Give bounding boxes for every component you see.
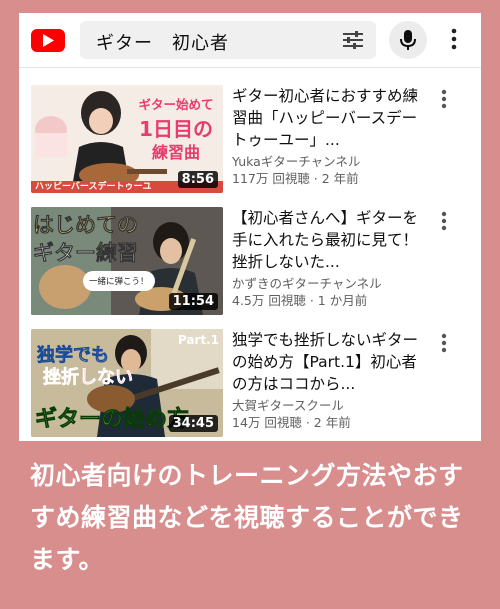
thumbnail-text: ギターの始め方 (35, 407, 190, 433)
video-item[interactable]: はじめての ギター練習 一緒に弾こう！ 11:54 【初心者さんへ】ギターを手に… (19, 207, 481, 319)
youtube-app: ギター 初心者 ギター始めて 1日目の 練習曲 ハッピーバースデートゥーユ 8:… (19, 13, 481, 441)
video-info: ギター初心者におすすめ練習曲「ハッピーバースデートゥーユー」... Yukaギタ… (232, 85, 432, 187)
top-bar: ギター 初心者 (19, 13, 481, 68)
video-meta: 4.5万 回視聴 · 1 か月前 (232, 293, 368, 308)
thumbnail-text: ギター始めて (138, 97, 214, 112)
microphone-button[interactable] (389, 21, 427, 59)
video-more-icon[interactable] (441, 211, 447, 235)
channel-name[interactable]: かずきのギターチャンネル (232, 275, 432, 292)
video-thumbnail[interactable]: はじめての ギター練習 一緒に弾こう！ 11:54 (31, 207, 223, 315)
thumbnail-text: 1日目の (139, 117, 213, 141)
video-meta: 14万 回視聴 · 2 年前 (232, 415, 351, 430)
video-meta: 117万 回視聴 · 2 年前 (232, 171, 359, 186)
channel-name[interactable]: Yukaギターチャンネル (232, 153, 432, 170)
video-thumbnail[interactable]: 独学でも 挫折しない ギターの始め方 Part.1 34:45 (31, 329, 223, 437)
video-more-icon[interactable] (441, 333, 447, 357)
video-more-icon[interactable] (441, 89, 447, 113)
video-duration: 11:54 (168, 293, 218, 310)
video-title[interactable]: ギター初心者におすすめ練習曲「ハッピーバースデートゥーユー」... (232, 85, 432, 151)
video-item[interactable]: 独学でも 挫折しない ギターの始め方 Part.1 34:45 独学でも挫折しな… (19, 329, 481, 441)
video-title[interactable]: 【初心者さんへ】ギターを手に入れたら最初に見て！挫折しないた... (232, 207, 432, 273)
caption-text: 初心者向けのトレーニング方法やおすすめ練習曲などを視聴することができます。 (30, 461, 464, 574)
video-duration: 34:45 (168, 415, 218, 432)
video-title[interactable]: 独学でも挫折しないギターの始め方【Part.1】初心者の方はココから... (232, 329, 432, 395)
thumbnail-badge: Part.1 (177, 333, 219, 347)
youtube-logo[interactable] (31, 29, 65, 52)
channel-name[interactable]: 大賀ギタースクール (232, 397, 432, 414)
thumbnail-text: 挫折しない (43, 367, 134, 389)
thumbnail-text: 独学でも (37, 345, 110, 367)
thumbnail-text: はじめての (33, 213, 139, 238)
more-vert-icon[interactable] (451, 28, 457, 54)
microphone-icon (400, 30, 416, 50)
video-info: 【初心者さんへ】ギターを手に入れたら最初に見て！挫折しないた... かずきのギタ… (232, 207, 432, 309)
sliders-icon[interactable] (342, 30, 364, 54)
thumbnail-text: ギター練習 (33, 241, 139, 266)
thumbnail-text: ハッピーバースデートゥーユ (35, 182, 152, 192)
video-duration: 8:56 (177, 171, 218, 188)
thumbnail-bubble: 一緒に弾こう！ (83, 271, 155, 291)
search-field[interactable]: ギター 初心者 (80, 21, 376, 59)
search-query[interactable]: ギター 初心者 (96, 29, 229, 55)
video-item[interactable]: ギター始めて 1日目の 練習曲 ハッピーバースデートゥーユ 8:56 ギター初心… (19, 85, 481, 197)
thumbnail-text: 練習曲 (151, 143, 200, 162)
video-info: 独学でも挫折しないギターの始め方【Part.1】初心者の方はココから... 大賀… (232, 329, 432, 431)
video-thumbnail[interactable]: ギター始めて 1日目の 練習曲 ハッピーバースデートゥーユ 8:56 (31, 85, 223, 193)
